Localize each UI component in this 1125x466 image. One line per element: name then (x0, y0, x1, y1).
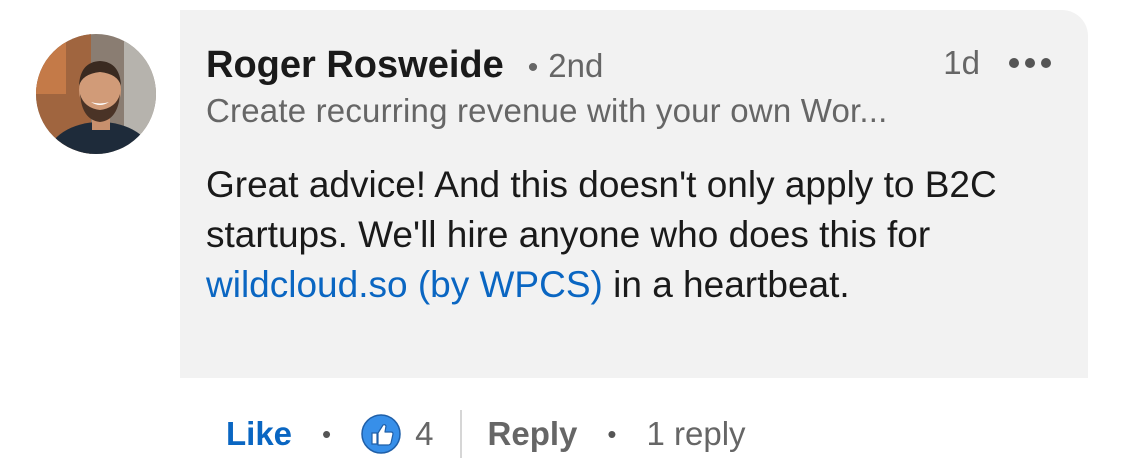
thumbs-up-icon[interactable] (361, 414, 401, 454)
author-avatar[interactable] (36, 34, 156, 154)
comment-text-end: in a heartbeat. (602, 264, 850, 305)
connection-degree: 2nd (548, 47, 604, 84)
comment-actions: Like • 4 Reply • 1 reply (226, 408, 746, 460)
degree-separator: • (527, 51, 539, 84)
author-photo (36, 34, 156, 154)
like-button[interactable]: Like (226, 415, 292, 453)
reaction-count[interactable]: 4 (415, 415, 433, 453)
comment-text-start: Great advice! And this doesn't only appl… (206, 164, 997, 255)
comment-time: 1d (943, 44, 980, 81)
more-horizontal-icon (1009, 58, 1051, 68)
separator-dot: • (322, 418, 332, 449)
author-name[interactable]: Roger Rosweide (206, 44, 504, 87)
author-line: Roger Rosweide • 2nd (206, 44, 603, 90)
reply-button[interactable]: Reply (488, 415, 578, 453)
reply-count-link[interactable]: 1 reply (647, 415, 746, 453)
separator-dot: • (607, 418, 617, 449)
more-options-button[interactable] (1008, 56, 1052, 70)
comment-bubble: Roger Rosweide • 2nd 1d Create recurring… (180, 10, 1088, 378)
author-headline: Create recurring revenue with your own W… (206, 92, 888, 129)
comment-link[interactable]: wildcloud.so (by WPCS) (206, 264, 603, 305)
comment-text: Great advice! And this doesn't only appl… (206, 160, 1066, 310)
action-divider (459, 410, 462, 458)
